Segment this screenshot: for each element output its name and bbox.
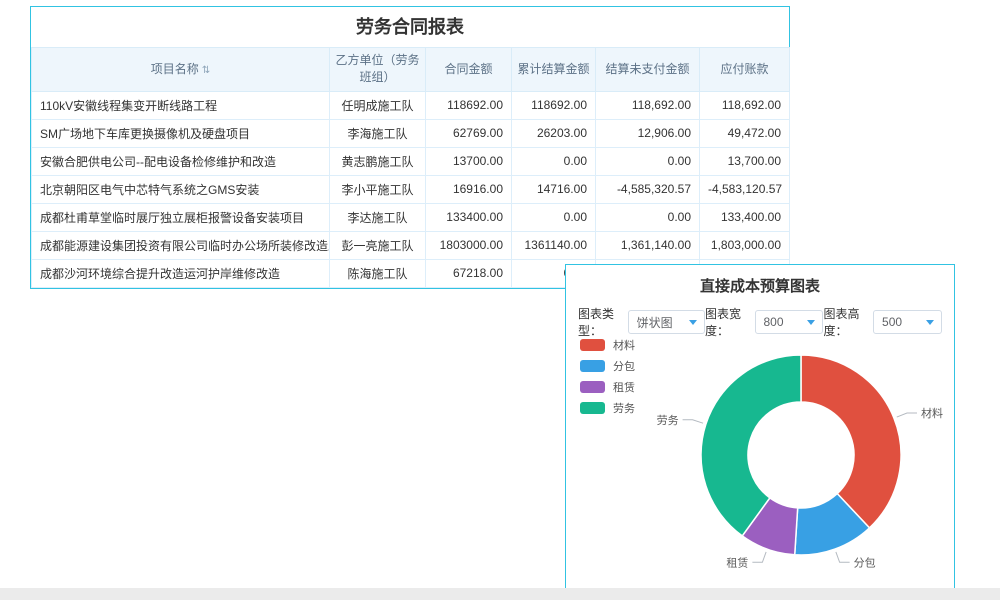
table-cell: 1,803,000.00 [700,231,790,259]
table-cell: 13700.00 [426,147,512,175]
column-header-payable: 应付账款 [700,48,790,92]
table-cell: 0.00 [512,147,596,175]
project-name-link[interactable]: 成都沙河环境综合提升改造运河护岸维修改造 [32,259,330,287]
table-cell: -4,583,120.57 [700,175,790,203]
legend-label: 劳务 [613,400,635,416]
pie-label-leader [683,420,703,423]
table-cell: 67218.00 [426,259,512,287]
legend-item[interactable]: 劳务 [580,400,635,416]
column-header-settled-amount: 累计结算金额 [512,48,596,92]
report-title: 劳务合同报表 [31,7,789,47]
project-name-link[interactable]: 北京朝阳区电气中芯特气系统之GMS安装 [32,175,330,203]
legend-label: 分包 [613,358,635,374]
pie-label-leader [752,552,766,562]
table-cell: 任明成施工队 [330,91,426,119]
project-name-link[interactable]: 110kV安徽线程集变开断线路工程 [32,91,330,119]
table-row[interactable]: 成都杜甫草堂临时展厅独立展柜报警设备安装项目李达施工队133400.000.00… [32,203,790,231]
report-table: 项目名称⇅ 乙方单位（劳务班组） 合同金额 累计结算金额 结算未支付金额 应付账… [31,47,790,288]
pie-label: 材料 [921,406,943,420]
pie-label: 租赁 [726,555,748,569]
table-cell: 16916.00 [426,175,512,203]
page: 劳务合同报表 项目名称⇅ 乙方单位（劳务班组） 合同金额 累计结算金额 结算未支… [0,0,1000,600]
legend-item[interactable]: 租赁 [580,379,635,395]
project-name-link[interactable]: SM广场地下车库更换摄像机及硬盘项目 [32,119,330,147]
column-header-label: 项目名称 [151,62,199,76]
column-header-unpaid-amount: 结算未支付金额 [596,48,700,92]
table-cell: 陈海施工队 [330,259,426,287]
pie-label: 分包 [854,556,876,569]
table-cell: 1803000.00 [426,231,512,259]
table-cell: 118692.00 [512,91,596,119]
pie-label-leader [897,413,917,417]
sort-icon[interactable]: ⇅ [202,65,210,76]
table-cell: 1,361,140.00 [596,231,700,259]
column-header-project-name[interactable]: 项目名称⇅ [32,48,330,92]
table-cell: 0.00 [596,203,700,231]
table-cell: 李达施工队 [330,203,426,231]
table-cell: 12,906.00 [596,119,700,147]
table-cell: 13,700.00 [700,147,790,175]
legend-item[interactable]: 材料 [580,337,635,353]
project-name-link[interactable]: 安徽合肥供电公司--配电设备检修维护和改造 [32,147,330,175]
column-header-party-b: 乙方单位（劳务班组） [330,48,426,92]
table-row[interactable]: SM广场地下车库更换摄像机及硬盘项目李海施工队62769.0026203.001… [32,119,790,147]
report-table-body: 110kV安徽线程集变开断线路工程任明成施工队118692.00118692.0… [32,91,790,287]
table-cell: 26203.00 [512,119,596,147]
legend-label: 租赁 [613,379,635,395]
table-cell: 118692.00 [426,91,512,119]
legend-label: 材料 [613,337,635,353]
table-row[interactable]: 安徽合肥供电公司--配电设备检修维护和改造黄志鹏施工队13700.000.000… [32,147,790,175]
table-row[interactable]: 北京朝阳区电气中芯特气系统之GMS安装李小平施工队16916.0014716.0… [32,175,790,203]
legend-swatch [580,381,605,393]
table-cell: 李海施工队 [330,119,426,147]
table-cell: 李小平施工队 [330,175,426,203]
table-row[interactable]: 110kV安徽线程集变开断线路工程任明成施工队118692.00118692.0… [32,91,790,119]
legend-swatch [580,402,605,414]
table-cell: 133,400.00 [700,203,790,231]
table-cell: 62769.00 [426,119,512,147]
labor-contract-report-panel: 劳务合同报表 项目名称⇅ 乙方单位（劳务班组） 合同金额 累计结算金额 结算未支… [30,6,790,289]
table-cell: 118,692.00 [596,91,700,119]
table-cell: 133400.00 [426,203,512,231]
chart-legend: 材料分包租赁劳务 [580,337,635,421]
table-row[interactable]: 成都能源建设集团投资有限公司临时办公场所装修改造工程EPC彭一亮施工队18030… [32,231,790,259]
table-cell: -4,585,320.57 [596,175,700,203]
chart-title: 直接成本预算图表 [566,265,954,305]
table-cell: 0.00 [512,203,596,231]
table-header-row: 项目名称⇅ 乙方单位（劳务班组） 合同金额 累计结算金额 结算未支付金额 应付账… [32,48,790,92]
legend-item[interactable]: 分包 [580,358,635,374]
column-header-contract-amount: 合同金额 [426,48,512,92]
table-cell: 0.00 [596,147,700,175]
table-cell: 黄志鹏施工队 [330,147,426,175]
table-cell: 14716.00 [512,175,596,203]
legend-swatch [580,339,605,351]
pie-label: 劳务 [657,414,679,427]
horizontal-scrollbar[interactable] [0,588,1000,600]
table-cell: 1361140.00 [512,231,596,259]
pie-label-leader [836,552,850,562]
table-cell: 彭一亮施工队 [330,231,426,259]
project-name-link[interactable]: 成都杜甫草堂临时展厅独立展柜报警设备安装项目 [32,203,330,231]
table-cell: 118,692.00 [700,91,790,119]
project-name-link[interactable]: 成都能源建设集团投资有限公司临时办公场所装修改造工程EPC [32,231,330,259]
pie-slice[interactable] [801,355,901,528]
legend-swatch [580,360,605,372]
table-cell: 49,472.00 [700,119,790,147]
cost-budget-chart-panel: 直接成本预算图表 图表类型： 饼状图 图表宽度： 800 图表高度： 500 [565,264,955,594]
